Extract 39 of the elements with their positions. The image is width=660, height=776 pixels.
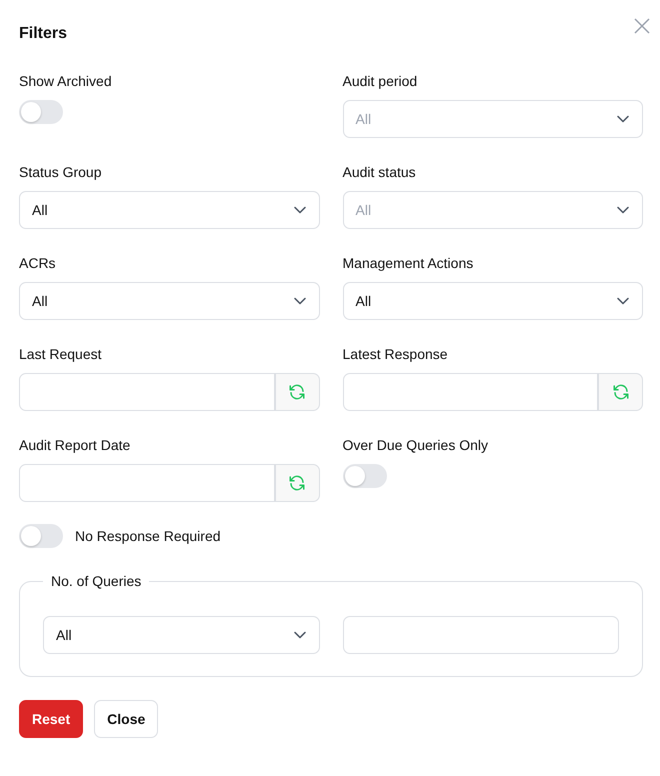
dropdown[interactable]: All [43, 616, 320, 654]
chevron-down-icon [294, 297, 306, 305]
dropdown[interactable]: All [342, 282, 643, 320]
toggle-switch[interactable] [19, 100, 63, 124]
group-legend: No. of Queries [43, 572, 150, 590]
refresh-icon [612, 383, 630, 401]
refresh-icon [288, 383, 306, 401]
field-label: Audit status [342, 163, 417, 181]
chevron-down-icon [617, 206, 629, 214]
date-field[interactable] [19, 373, 274, 411]
field-label: Latest Response [342, 345, 449, 363]
toggle-label: No Response Required [75, 528, 221, 544]
date-field[interactable] [19, 464, 274, 502]
field-label: Over Due Queries Only [342, 436, 489, 454]
chevron-down-icon [617, 297, 629, 305]
refresh-button[interactable] [274, 373, 320, 411]
dialog-title: Filters [19, 24, 68, 44]
close-button[interactable]: Close [94, 700, 158, 738]
input-field[interactable] [342, 616, 619, 654]
chevron-down-icon [294, 631, 306, 639]
field-label: Show Archived [19, 72, 113, 90]
refresh-button[interactable] [274, 464, 320, 502]
toggle-switch[interactable] [342, 464, 386, 488]
refresh-button[interactable] [598, 373, 643, 411]
field-label: Status Group [19, 163, 102, 181]
field-label: Audit Report Date [19, 436, 132, 454]
dropdown[interactable]: All [19, 191, 320, 229]
field-label: ACRs [19, 254, 57, 272]
reset-button[interactable]: Reset [19, 700, 84, 738]
field-label: Management Actions [342, 254, 474, 272]
date-field[interactable] [342, 373, 598, 411]
dropdown[interactable]: All [19, 282, 320, 320]
chevron-down-icon [294, 206, 306, 214]
chevron-down-icon [617, 115, 629, 123]
refresh-icon [288, 474, 306, 492]
close-icon[interactable] [632, 16, 652, 36]
toggle-switch[interactable] [19, 524, 63, 548]
field-label: Audit period [342, 72, 418, 90]
field-label: Last Request [19, 345, 102, 363]
